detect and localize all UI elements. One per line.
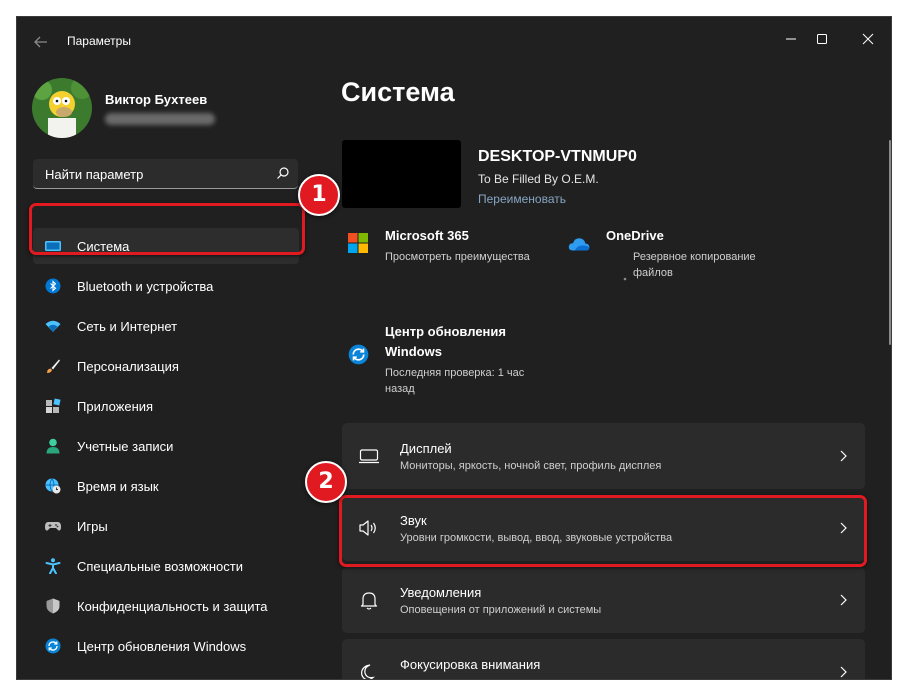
search-box[interactable]: Найти параметр: [33, 159, 298, 189]
device-name: DESKTOP-VTNMUP0: [478, 148, 637, 165]
highlight-sound-card: [339, 495, 867, 567]
user-email-blurred: [105, 113, 215, 125]
sidebar-item-accessibility[interactable]: Специальные возможности: [33, 548, 299, 584]
highlight-system-item: [29, 203, 305, 255]
maximize-icon: [817, 34, 827, 44]
sidebar-item-label: Сеть и Интернет: [77, 319, 178, 334]
moon-icon: [361, 664, 375, 679]
scrollbar-thumb[interactable]: [889, 140, 891, 345]
sidebar-item-label: Персонализация: [77, 359, 179, 374]
cloud-icon: [568, 238, 590, 251]
step-badge-1: 1: [298, 174, 340, 216]
sidebar-item-label: Bluetooth и устройства: [77, 279, 214, 294]
accessibility-icon: [45, 558, 61, 574]
apps-icon: [46, 398, 61, 413]
status-dot-icon: [623, 277, 627, 281]
sidebar-item-label: Время и язык: [77, 479, 159, 494]
device-image: [342, 140, 461, 208]
sidebar-item-bluetooth[interactable]: Bluetooth и устройства: [33, 268, 299, 304]
user-avatar[interactable]: [32, 78, 92, 138]
back-button[interactable]: [31, 31, 53, 53]
sidebar-item-time-language[interactable]: Время и язык: [33, 468, 299, 504]
rename-link[interactable]: Переименовать: [478, 192, 566, 206]
chevron-right-icon: [840, 450, 847, 462]
tile-title: Центр обновления: [385, 324, 506, 339]
card-title: Дисплей: [400, 441, 452, 456]
app-title: Параметры: [67, 34, 131, 48]
tile-title: OneDrive: [606, 228, 664, 243]
sidebar-item-personalization[interactable]: Персонализация: [33, 348, 299, 384]
minimize-button[interactable]: [779, 27, 803, 51]
chevron-right-icon: [840, 594, 847, 606]
globe-clock-icon: [45, 478, 61, 494]
gamepad-icon: [45, 522, 61, 531]
close-icon: [862, 33, 874, 45]
tile-title: Windows: [385, 344, 442, 359]
close-button[interactable]: [856, 27, 880, 51]
tile-subtitle: Последняя проверка: 1 час: [385, 367, 525, 379]
microsoft-logo-icon: [348, 233, 368, 253]
settings-card-notifications[interactable]: Уведомления Оповещения от приложений и с…: [342, 567, 865, 633]
device-model: To Be Filled By O.E.M.: [478, 172, 599, 186]
card-subtitle: Мониторы, яркость, ночной свет, профиль …: [400, 460, 662, 472]
sidebar-item-label: Учетные записи: [77, 439, 174, 454]
search-input[interactable]: Найти параметр: [45, 167, 143, 182]
tile-subtitle: назад: [385, 383, 415, 395]
settings-card-focus[interactable]: Фокусировка внимания: [342, 639, 865, 679]
step-badge-2: 2: [305, 461, 347, 503]
card-title: Фокусировка внимания: [400, 657, 541, 672]
sidebar-item-gaming[interactable]: Игры: [33, 508, 299, 544]
settings-card-display[interactable]: Дисплей Мониторы, яркость, ночной свет, …: [342, 423, 865, 489]
sidebar-item-network[interactable]: Сеть и Интернет: [33, 308, 299, 344]
tile-subtitle: файлов: [633, 267, 673, 279]
sidebar-item-apps[interactable]: Приложения: [33, 388, 299, 424]
main-content: Система DESKTOP-VTNMUP0 To Be Filled By …: [317, 65, 891, 679]
tile-subtitle: Резервное копирование: [633, 251, 756, 263]
brush-icon: [47, 359, 60, 373]
card-subtitle: Оповещения от приложений и системы: [400, 604, 602, 616]
bluetooth-icon: [45, 278, 61, 294]
wifi-icon: [45, 320, 61, 332]
avatar-image: [32, 78, 92, 138]
sidebar: Виктор Бухтеев Найти параметр Система Bl…: [17, 65, 317, 679]
person-icon: [46, 438, 60, 454]
bell-icon: [360, 592, 378, 610]
sidebar-item-windows-update[interactable]: Центр обновления Windows: [33, 628, 299, 664]
card-title: Уведомления: [400, 585, 482, 600]
shield-icon: [46, 598, 60, 614]
title-bar: Параметры: [17, 17, 891, 65]
settings-window: Параметры Виктор Бухтеев Найти параметр …: [17, 17, 891, 679]
sidebar-item-accounts[interactable]: Учетные записи: [33, 428, 299, 464]
monitor-icon: [359, 449, 379, 464]
page-title: Система: [341, 77, 455, 107]
sidebar-item-label: Конфиденциальность и защита: [77, 599, 268, 614]
minimize-icon: [786, 38, 796, 40]
maximize-button[interactable]: [810, 27, 834, 51]
update-icon: [45, 638, 61, 654]
sidebar-item-label: Центр обновления Windows: [77, 639, 247, 654]
sidebar-item-label: Специальные возможности: [77, 559, 243, 574]
update-icon: [348, 344, 369, 365]
search-icon[interactable]: [276, 166, 290, 180]
tile-subtitle: Просмотреть преимущества: [385, 251, 530, 263]
tile-title: Microsoft 365: [385, 228, 469, 243]
arrow-left-icon: [34, 36, 47, 48]
sidebar-item-label: Приложения: [77, 399, 154, 414]
sidebar-item-privacy[interactable]: Конфиденциальность и защита: [33, 588, 299, 624]
user-name: Виктор Бухтеев: [105, 92, 208, 107]
chevron-right-icon: [840, 666, 847, 678]
sidebar-item-label: Игры: [77, 519, 108, 534]
